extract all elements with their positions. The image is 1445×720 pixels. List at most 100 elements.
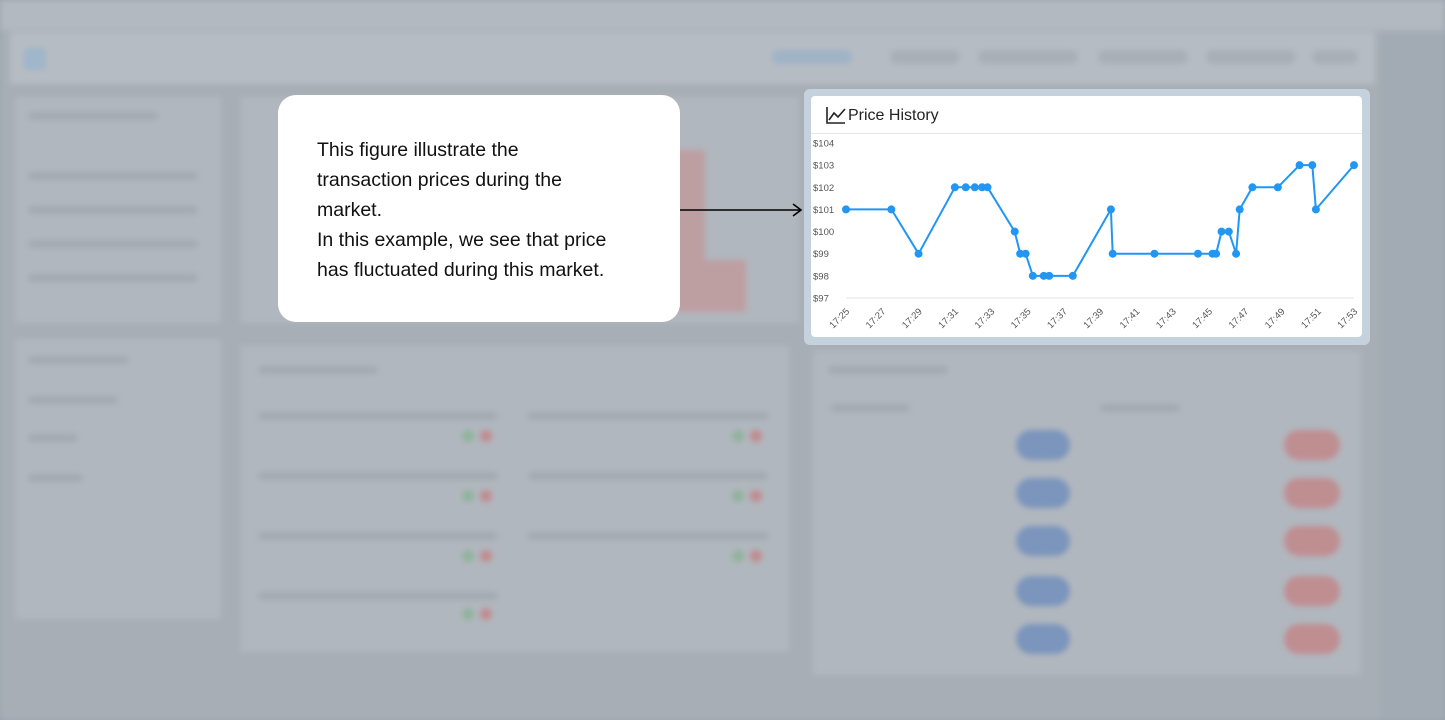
background-buy-button [1016, 624, 1070, 654]
background-nav [978, 50, 1078, 64]
price-point [1308, 161, 1317, 170]
background-line [28, 356, 128, 364]
background-dot [462, 490, 474, 502]
background-dot [750, 550, 762, 562]
y-tick-label: $98 [813, 271, 829, 282]
y-tick-label: $97 [813, 294, 829, 305]
background-line [258, 532, 498, 540]
callout-line-3: market. [317, 199, 383, 221]
background-top-bar [0, 0, 1445, 30]
background-line [28, 112, 158, 120]
x-tick-label: 17:25 [828, 306, 853, 331]
background-line [258, 592, 498, 600]
pointer-arrow-icon [680, 203, 803, 217]
background-sell-button [1284, 624, 1340, 654]
background-dot [462, 550, 474, 562]
price-point [970, 183, 979, 192]
x-tick-label: 17:35 [1009, 306, 1034, 331]
price-point [1235, 205, 1244, 214]
background-nav [1312, 50, 1358, 64]
price-point [842, 205, 850, 214]
background-line [28, 434, 78, 442]
background-header [10, 32, 1375, 84]
background-line [258, 472, 498, 480]
background-dot [480, 490, 492, 502]
background-line [28, 396, 118, 404]
background-panel [240, 345, 790, 653]
x-tick-label: 17:47 [1227, 306, 1252, 331]
price-point [1311, 205, 1320, 214]
y-tick-label: $104 [813, 139, 834, 150]
background-sell-button [1284, 430, 1340, 460]
price-point [1193, 249, 1202, 258]
price-point [1273, 183, 1282, 192]
background-nav [1206, 50, 1296, 64]
background-line [830, 404, 910, 412]
background-dot [750, 490, 762, 502]
callout-line-4: In this example, we see that price [317, 229, 607, 251]
x-tick-label: 17:37 [1045, 306, 1070, 331]
price-point [1010, 227, 1019, 236]
price-point [1350, 161, 1358, 170]
price-point [914, 249, 923, 258]
background-panel [812, 350, 1362, 676]
y-tick-label: $100 [813, 227, 834, 238]
background-dot [480, 430, 492, 442]
background-sell-button [1284, 526, 1340, 556]
price-point [887, 205, 896, 214]
price-series-line [846, 164, 1355, 277]
callout-line-5: has fluctuated during this market. [317, 259, 605, 281]
background-line [28, 240, 198, 248]
background-dot [480, 608, 492, 620]
x-tick-label: 17:27 [864, 306, 889, 331]
background-dot [732, 550, 744, 562]
x-tick-label: 17:45 [1190, 306, 1215, 331]
background-line [28, 474, 83, 482]
background-nav [1098, 50, 1188, 64]
price-history-chart: $97 $98 $99 $100 $101 $102 $103 $104 17:25 17:27 1… [813, 139, 1361, 331]
callout-line-2: transaction prices during the [317, 169, 562, 191]
background-line [28, 274, 198, 282]
callout-line-1: This figure illustrate the [317, 139, 519, 161]
background-line [828, 366, 948, 374]
background-line [528, 532, 768, 540]
x-tick-label: 17:51 [1299, 306, 1324, 331]
x-tick-label: 17:33 [973, 306, 998, 331]
price-point [1028, 271, 1037, 280]
background-buy-button [1016, 526, 1070, 556]
background-dot [480, 550, 492, 562]
price-history-card: Price History $97 $98 $99 $100 $101 $102 $103 $… [811, 96, 1362, 337]
y-tick-label: $102 [813, 183, 834, 194]
background-nav [772, 50, 852, 64]
price-point [1224, 227, 1233, 236]
background-line [528, 472, 768, 480]
x-tick-label: 17:49 [1263, 306, 1288, 331]
background-dot [462, 608, 474, 620]
price-point [1108, 249, 1117, 258]
background-buy-button [1016, 430, 1070, 460]
background-line [258, 412, 498, 420]
background-buy-button [1016, 576, 1070, 606]
price-point [1150, 249, 1159, 258]
background-dot [732, 490, 744, 502]
background-dot [732, 430, 744, 442]
background-title [58, 46, 63, 67]
x-tick-label: 17:43 [1154, 306, 1179, 331]
x-tick-label: 17:53 [1336, 306, 1361, 331]
price-point [1021, 249, 1030, 258]
x-tick-label: 17:41 [1118, 306, 1143, 331]
background-line [258, 366, 378, 374]
price-point [1232, 249, 1241, 258]
background-line [528, 412, 768, 420]
x-tick-label: 17:39 [1082, 306, 1107, 331]
background-line [28, 172, 198, 180]
price-point [1045, 271, 1054, 280]
background-nav [890, 50, 960, 64]
tutorial-callout: This figure illustrate the transaction p… [278, 95, 680, 322]
background-sell-button [1284, 478, 1340, 508]
price-point [1295, 161, 1304, 170]
y-tick-label: $99 [813, 249, 829, 260]
y-tick-label: $101 [813, 205, 834, 216]
background-logo [24, 48, 46, 70]
price-point [1068, 271, 1077, 280]
